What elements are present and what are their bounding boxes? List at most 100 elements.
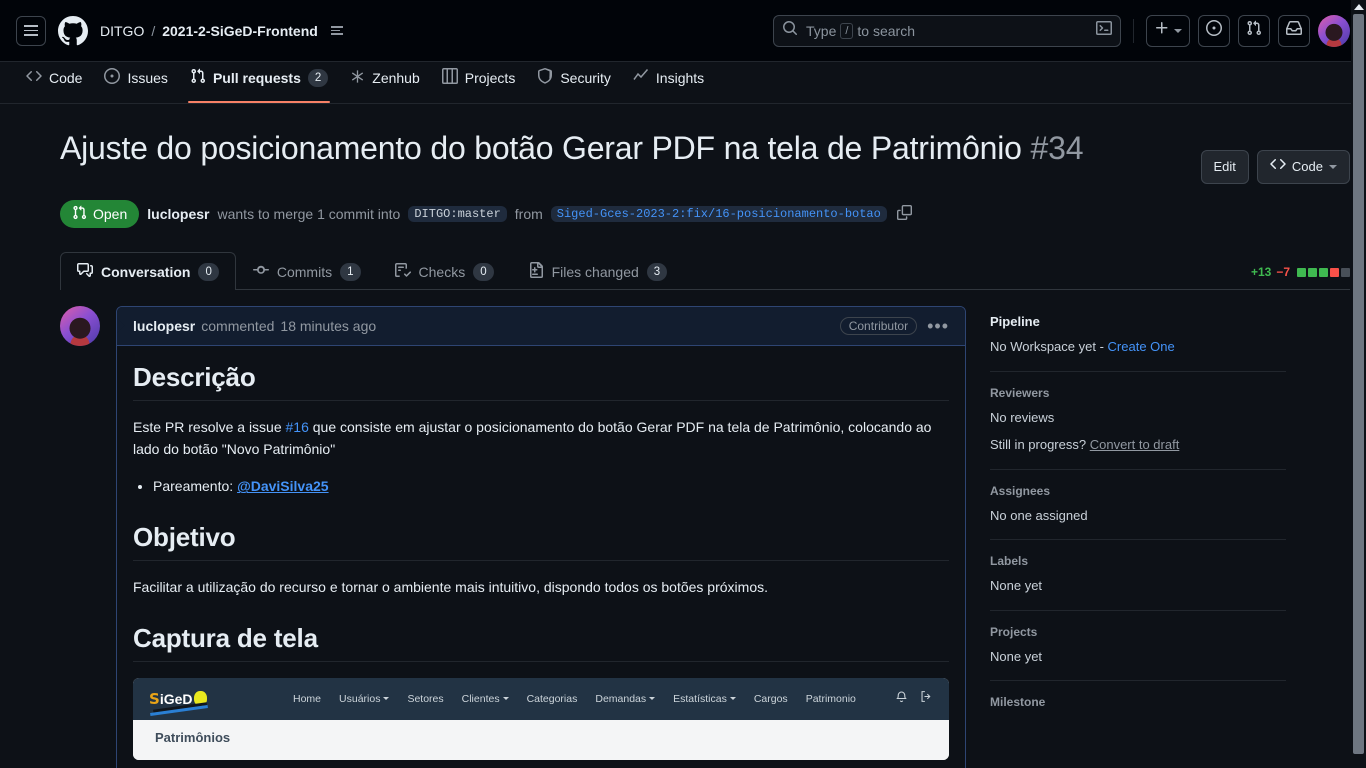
siged-nav-item[interactable]: Patrimonio <box>806 693 856 705</box>
logo-letter-s: S <box>149 689 160 708</box>
author-association-badge: Contributor <box>839 317 918 335</box>
repo-nav-security[interactable]: Security <box>527 62 621 103</box>
siged-nav-item[interactable]: Cargos <box>754 693 788 705</box>
sidebar-section-pipeline: Pipeline No Workspace yet - Create One <box>990 314 1286 372</box>
siged-nav-item[interactable]: Clientes <box>462 693 509 705</box>
command-palette-icon[interactable] <box>1096 20 1112 41</box>
plus-icon <box>1154 20 1170 41</box>
code-button[interactable]: Code <box>1256 150 1350 184</box>
status-badge-label: Open <box>93 206 128 222</box>
project-table-icon <box>441 68 458 87</box>
search-slash-key: / <box>840 22 854 39</box>
breadcrumb-repo[interactable]: 2021-2-SiGeD-Frontend <box>162 23 318 39</box>
tab-label: Commits <box>276 263 333 280</box>
header-divider <box>1133 18 1134 43</box>
breadcrumb-owner[interactable]: DITGO <box>100 23 144 39</box>
pr-number: #34 <box>1030 130 1084 166</box>
issues-button[interactable] <box>1198 14 1230 47</box>
siged-nav-item[interactable]: Estatísticas <box>673 693 736 705</box>
sidebar-value: No reviews <box>990 409 1055 425</box>
page-scrollbar[interactable] <box>1351 0 1366 768</box>
base-branch-chip[interactable]: DITGO:master <box>408 206 507 222</box>
diff-blocks <box>1297 267 1350 277</box>
repo-nav-code[interactable]: Code <box>16 62 92 103</box>
comment-header-right: Contributor ••• <box>839 317 949 335</box>
pr-author[interactable]: luclopesr <box>147 206 209 222</box>
create-workspace-link[interactable]: Create One <box>1108 339 1175 354</box>
comment-action: commented <box>201 318 275 334</box>
siged-nav-item[interactable]: Setores <box>407 693 443 705</box>
paragraph-descricao: Este PR resolve a issue #16 que consiste… <box>133 419 932 457</box>
repo-nav-issues[interactable]: Issues <box>94 62 177 103</box>
comment-timestamp[interactable]: 18 minutes ago <box>280 318 376 334</box>
sidebar-title[interactable]: Milestone <box>990 695 1286 709</box>
embedded-screenshot[interactable]: S iGeD Home Usuários Setores Clientes Catego… <box>133 677 949 760</box>
search-input[interactable]: Type / to search <box>773 14 1121 47</box>
hamburger-menu-icon[interactable] <box>16 15 46 46</box>
comment-discussion-icon <box>77 262 93 281</box>
siged-nav-item[interactable]: Demandas <box>595 693 656 705</box>
sidebar-section-reviewers: Reviewers No reviews Still in progress? … <box>990 386 1286 470</box>
mention-link[interactable]: @DaviSilva25 <box>237 478 329 494</box>
head-branch-chip[interactable]: Siged-Gces-2023-2:fix/16-posicionamento-… <box>550 206 887 222</box>
siged-nav-item[interactable]: Home <box>293 693 321 705</box>
sidebar-title[interactable]: Projects <box>990 625 1286 639</box>
create-new-button[interactable] <box>1146 14 1190 47</box>
pr-page: Ajuste do posicionamento do botão Gerar … <box>0 104 1366 768</box>
chevron-down-icon <box>502 697 509 701</box>
siged-nav-label: Setores <box>407 692 444 705</box>
sign-out-icon[interactable] <box>920 690 933 708</box>
issue-link-16[interactable]: #16 <box>286 419 309 435</box>
pr-title-text: Ajuste do posicionamento do botão Gerar … <box>60 130 1022 166</box>
chevron-down-icon <box>383 697 390 701</box>
repo-nav-projects[interactable]: Projects <box>432 62 526 103</box>
repo-nav-pull-requests[interactable]: Pull requests 2 <box>180 62 338 103</box>
sidebar-title[interactable]: Labels <box>990 554 1286 568</box>
repo-nav-zenhub[interactable]: Zenhub <box>340 62 429 103</box>
tab-checks[interactable]: Checks 0 <box>378 252 511 290</box>
repo-nav-label: Code <box>49 69 83 86</box>
kebab-horizontal-icon[interactable]: ••• <box>927 317 949 335</box>
tab-conversation[interactable]: Conversation 0 <box>60 252 236 290</box>
notifications-inbox-button[interactable] <box>1278 14 1310 47</box>
sidebar-value: None yet <box>990 648 1043 664</box>
comment-header: luclopesr commented 18 minutes ago Contr… <box>117 307 965 346</box>
sidebar-value: None yet <box>990 578 1043 593</box>
repo-nav-counter: 2 <box>307 68 329 87</box>
tab-label: Files changed <box>551 263 639 280</box>
siged-nav-item[interactable]: Categorias <box>527 693 578 705</box>
convert-to-draft-link[interactable]: Convert to draft <box>1090 437 1180 452</box>
paragraph-objetivo: Facilitar a utilização do recurso e torn… <box>133 579 768 596</box>
pr-content-grid: luclopesr commented 18 minutes ago Contr… <box>60 306 1350 768</box>
inbox-icon <box>1286 20 1302 41</box>
avatar[interactable] <box>60 306 100 346</box>
tab-commits[interactable]: Commits 1 <box>236 252 378 290</box>
copy-icon[interactable] <box>896 205 912 223</box>
github-mark-icon[interactable] <box>58 15 88 46</box>
tab-files-changed[interactable]: Files changed 3 <box>511 252 685 290</box>
pr-tabs: Conversation 0 Commits 1 Checks 0 Files … <box>60 252 1350 290</box>
shield-icon <box>537 68 553 87</box>
comment-author[interactable]: luclopesr <box>133 318 195 334</box>
user-avatar[interactable] <box>1318 14 1350 47</box>
bell-icon[interactable] <box>895 690 908 708</box>
list-item: Pareamento: @DaviSilva25 <box>153 476 949 498</box>
sidebar-section-projects: Projects None yet <box>990 625 1286 681</box>
git-pull-request-icon <box>190 68 206 87</box>
commit-icon <box>252 262 269 281</box>
scrollbar-thumb[interactable] <box>1353 14 1364 754</box>
search-placeholder: Type / to search <box>806 22 916 39</box>
repo-menu-icon[interactable] <box>330 26 343 35</box>
heading-objetivo: Objetivo <box>133 522 949 562</box>
edit-button[interactable]: Edit <box>1200 150 1249 184</box>
scroll-up-arrow-icon[interactable] <box>1351 0 1366 14</box>
sidebar-convert-draft-row: Still in progress? Convert to draft <box>990 437 1180 452</box>
siged-nav-item[interactable]: Usuários <box>339 693 390 705</box>
checklist-icon <box>394 262 411 281</box>
sidebar-title[interactable]: Assignees <box>990 484 1286 498</box>
pull-requests-button[interactable] <box>1238 14 1270 47</box>
tab-label: Checks <box>418 263 466 280</box>
global-header: DITGO / 2021-2-SiGeD-Frontend Type / to … <box>0 0 1366 62</box>
repo-nav-insights[interactable]: Insights <box>623 62 714 103</box>
sidebar-section-milestone: Milestone <box>990 695 1286 731</box>
